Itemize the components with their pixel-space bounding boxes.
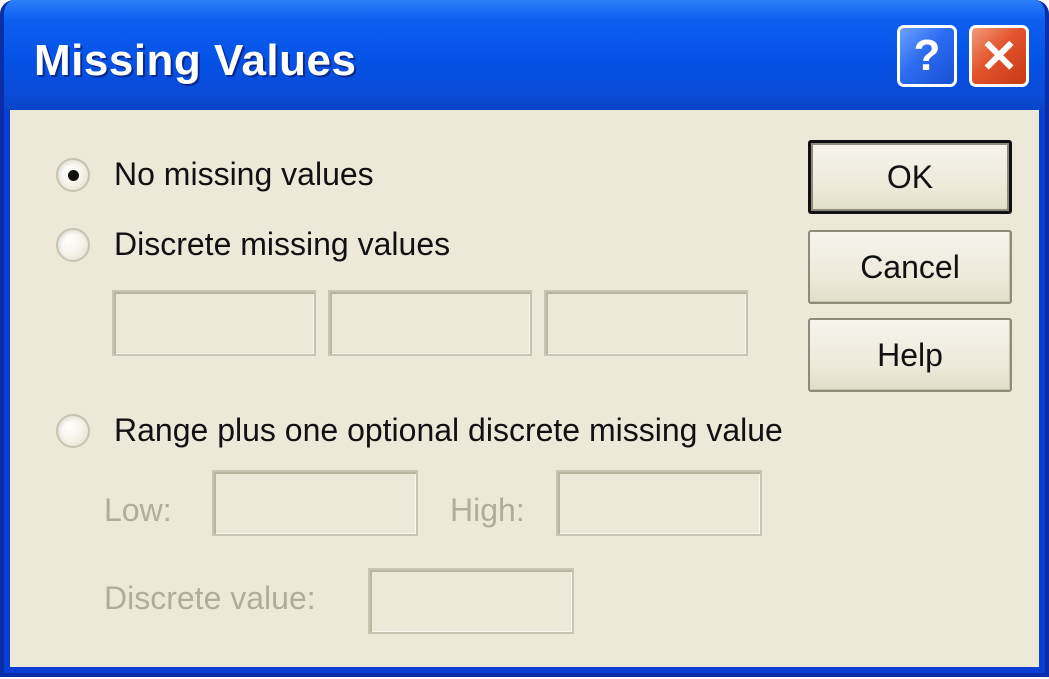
discrete-missing-values-radio[interactable] xyxy=(56,227,90,262)
high-label: High: xyxy=(450,492,525,528)
discrete-value-field-2[interactable] xyxy=(328,290,532,356)
ok-button[interactable]: OK xyxy=(808,140,1012,214)
help-caption-button[interactable]: ? xyxy=(897,25,957,87)
no-missing-values-option[interactable]: No missing values xyxy=(56,156,374,193)
discrete-value-label: Discrete value: xyxy=(104,580,316,616)
discrete-missing-values-option[interactable]: Discrete missing values xyxy=(56,226,450,263)
missing-values-dialog: Missing Values ? ✕ No missing values Dis… xyxy=(0,0,1049,677)
no-missing-values-label: No missing values xyxy=(114,156,374,192)
discrete-value-field-1[interactable] xyxy=(112,290,316,356)
range-label: Range plus one optional discrete missing… xyxy=(114,412,783,448)
close-icon: ✕ xyxy=(979,30,1019,82)
range-radio[interactable] xyxy=(56,413,90,448)
low-label: Low: xyxy=(104,492,172,528)
low-field[interactable] xyxy=(212,470,418,536)
range-option[interactable]: Range plus one optional discrete missing… xyxy=(56,412,783,449)
discrete-value-field[interactable] xyxy=(368,568,574,634)
window-title: Missing Values xyxy=(34,36,357,85)
dialog-body: No missing values Discrete missing value… xyxy=(10,110,1039,667)
title-bar[interactable]: Missing Values ? ✕ xyxy=(4,0,1045,110)
help-button[interactable]: Help xyxy=(808,318,1012,392)
cancel-button[interactable]: Cancel xyxy=(808,230,1012,304)
no-missing-values-radio[interactable] xyxy=(56,157,90,192)
question-mark-icon: ? xyxy=(913,31,941,80)
discrete-missing-values-label: Discrete missing values xyxy=(114,226,451,262)
close-button[interactable]: ✕ xyxy=(969,25,1029,87)
discrete-value-field-3[interactable] xyxy=(544,290,748,356)
high-field[interactable] xyxy=(556,470,762,536)
